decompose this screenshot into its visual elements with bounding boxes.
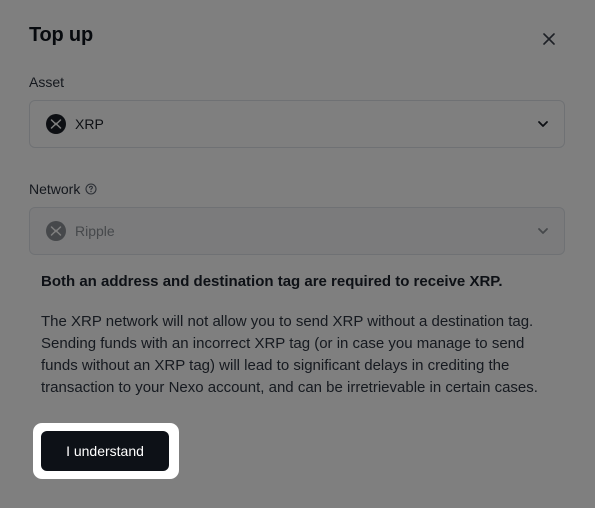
dialog-title: Top up <box>29 24 93 46</box>
network-value: Ripple <box>75 223 115 239</box>
xrp-coin-icon <box>46 114 66 134</box>
close-icon <box>543 33 555 45</box>
warning-title: Both an address and destination tag are … <box>41 273 503 290</box>
warning-body: The XRP network will not allow you to se… <box>41 313 538 396</box>
asset-value: XRP <box>75 116 104 132</box>
chevron-down-icon <box>536 117 550 131</box>
i-understand-button[interactable]: I understand <box>41 431 169 471</box>
close-button[interactable] <box>538 28 560 50</box>
network-label: Network <box>29 181 97 197</box>
help-circle-icon[interactable] <box>85 183 97 195</box>
asset-label-text: Asset <box>29 74 65 90</box>
chevron-down-icon <box>536 224 550 238</box>
network-select[interactable]: Ripple <box>29 207 565 255</box>
asset-select[interactable]: XRP <box>29 100 565 148</box>
xrp-coin-icon <box>46 221 66 241</box>
network-label-text: Network <box>29 181 81 197</box>
asset-label: Asset <box>29 74 64 90</box>
